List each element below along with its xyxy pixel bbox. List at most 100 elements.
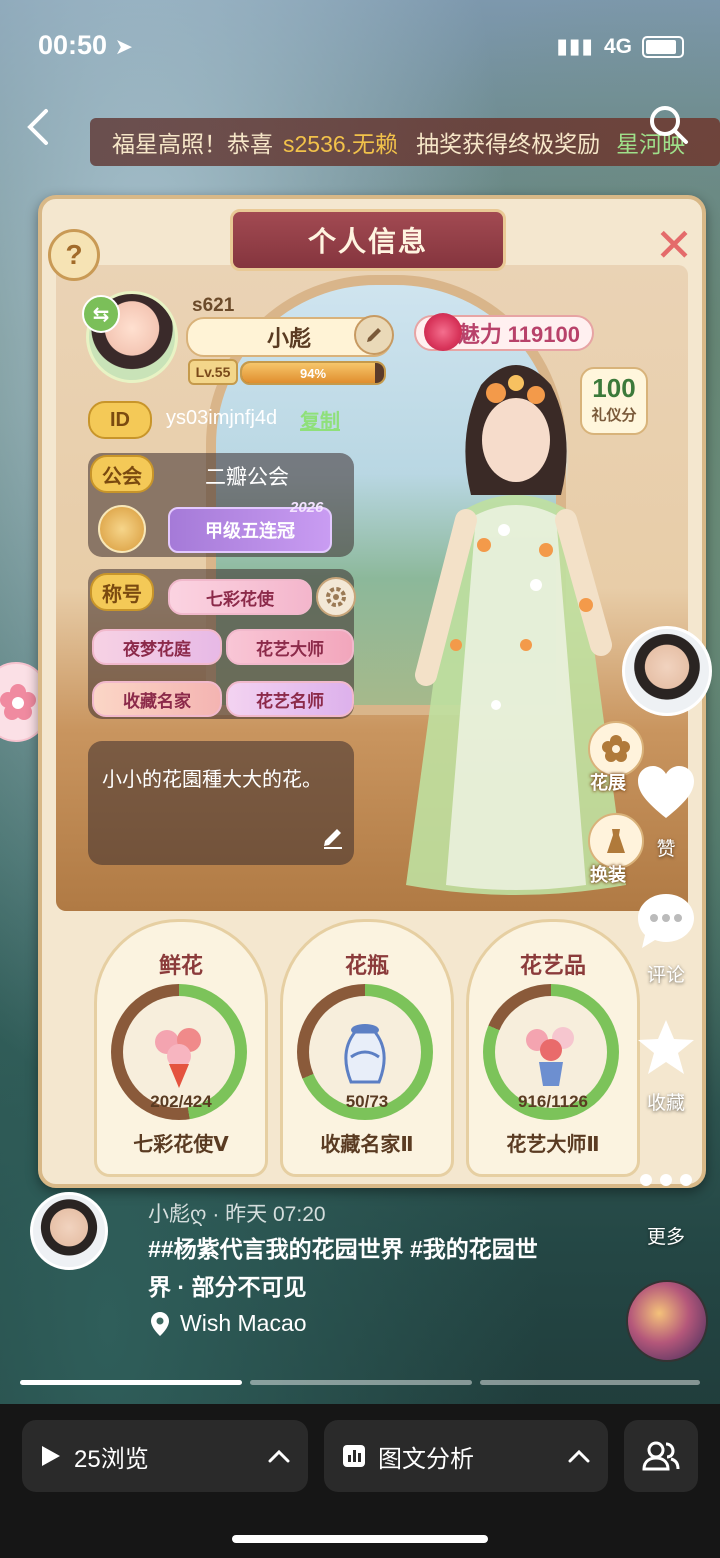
- post-location[interactable]: Wish Macao: [150, 1310, 307, 1337]
- status-time: 00:50 ➤: [38, 30, 134, 60]
- pencil-icon: [324, 829, 342, 849]
- dress-up-label: 换装: [590, 865, 626, 885]
- player-id: ys03imjnfj4d: [166, 407, 278, 429]
- edit-name-button[interactable]: [354, 315, 394, 355]
- analysis-button[interactable]: 图文分析: [324, 1420, 608, 1492]
- back-button[interactable]: [26, 108, 50, 156]
- analysis-label: 图文分析: [378, 1445, 474, 1473]
- rose-icon: [424, 313, 462, 351]
- heart-icon: [638, 766, 694, 818]
- help-button[interactable]: ?: [48, 229, 100, 281]
- profile-panel: 个人信息 ? ✕ ⇆ s621 小彪 Lv.55 94% 魅力 119100 1…: [38, 195, 706, 1188]
- guild-name: 二瓣公会: [205, 466, 289, 489]
- stat-level: 花艺大师Ⅱ: [506, 1134, 600, 1156]
- stat-card-flowers[interactable]: 鲜花 202/424 七彩花使Ⅴ: [94, 919, 268, 1177]
- flower-icon: [0, 684, 36, 720]
- panel-title: 个人信息: [230, 209, 506, 271]
- level-badge: Lv.55: [188, 359, 238, 385]
- title-chip[interactable]: 夜梦花庭: [92, 629, 222, 665]
- search-icon: [650, 106, 688, 144]
- stat-count: 50/73: [345, 1092, 389, 1111]
- stat-title: 花艺品: [519, 953, 586, 978]
- play-icon: [42, 1446, 60, 1466]
- announcement-marquee: 福星高照！恭喜 s2536.无赖 抽奖获得终极奖励 星河映: [90, 118, 720, 166]
- bio-panel[interactable]: [88, 741, 354, 865]
- status-indicators: ▮▮▮ 4G: [556, 34, 684, 59]
- comment-button[interactable]: [636, 892, 696, 955]
- id-label: ID: [88, 401, 152, 439]
- network-label: 4G: [603, 34, 632, 58]
- post-caption[interactable]: ##杨紫代言我的花园世界 #我的花园世界 · 部分不可见: [148, 1230, 538, 1306]
- title-settings-button[interactable]: [316, 577, 356, 617]
- swap-icon: ⇆: [92, 303, 110, 326]
- location-pin-icon: [151, 1311, 169, 1336]
- etiquette-score-badge[interactable]: 100 礼仪分: [580, 367, 648, 435]
- guild-honor-year: 2026: [290, 499, 324, 516]
- post-author-time[interactable]: 小彪ღ · 昨天 07:20: [148, 1198, 326, 1228]
- favorite-button[interactable]: [636, 1018, 696, 1081]
- guild-label: 公会: [90, 455, 154, 493]
- server-id: s621: [192, 295, 235, 316]
- xp-bar: 94%: [240, 361, 386, 385]
- like-button[interactable]: [636, 764, 696, 825]
- pencil-icon: [367, 328, 381, 342]
- author-avatar[interactable]: [622, 626, 712, 716]
- stat-count: 916/1126: [518, 1092, 588, 1111]
- people-icon: [642, 1441, 680, 1471]
- switch-avatar-button[interactable]: ⇆: [82, 295, 120, 333]
- stat-level: 收藏名家Ⅱ: [320, 1134, 414, 1156]
- title-chip[interactable]: 七彩花使: [168, 579, 312, 615]
- image-progress-segment: [250, 1380, 472, 1385]
- marquee-text-2: 抽奖获得终极奖励: [416, 131, 601, 157]
- more-button[interactable]: [638, 1172, 694, 1193]
- bio-text: 小小的花園種大大的花。: [102, 769, 322, 791]
- signal-icon: ▮▮▮: [556, 35, 594, 58]
- flower-show-label: 花展: [590, 773, 626, 793]
- flower-icon: [602, 735, 630, 762]
- xp-percent: 94%: [299, 365, 327, 381]
- star-icon: [638, 1020, 694, 1074]
- comment-label: 评论: [646, 965, 685, 986]
- comment-icon: [638, 894, 694, 948]
- views-count: 25浏览: [74, 1445, 149, 1473]
- more-label: 更多: [646, 1227, 685, 1248]
- copy-id-button[interactable]: 复制: [300, 405, 340, 434]
- edit-bio-button[interactable]: [322, 827, 344, 854]
- location-text: Wish Macao: [180, 1310, 307, 1336]
- stat-count: 202/424: [150, 1092, 212, 1111]
- like-label: 赞: [656, 839, 676, 860]
- chevron-up-icon: [568, 1449, 590, 1463]
- stat-title: 花瓶: [344, 953, 389, 978]
- stat-title: 鲜花: [158, 953, 203, 978]
- stat-card-arrangements[interactable]: 花艺品 916/1126 花艺大师Ⅱ: [466, 919, 640, 1177]
- stat-level: 七彩花使Ⅴ: [133, 1134, 229, 1156]
- chevron-left-icon: [27, 109, 48, 145]
- friends-button[interactable]: [624, 1420, 698, 1492]
- title-label: 称号: [90, 573, 154, 611]
- etiquette-score: 100: [592, 373, 636, 403]
- battery-icon: [642, 35, 684, 58]
- marquee-highlight: s2536.无赖: [283, 131, 399, 157]
- marquee-text-1: 福星高照！恭喜: [112, 131, 273, 157]
- views-button[interactable]: 25浏览: [22, 1420, 308, 1492]
- guild-emblem: [98, 505, 146, 553]
- image-progress-segment: [20, 1380, 242, 1385]
- commenter-avatar[interactable]: [30, 1192, 108, 1270]
- search-button[interactable]: [648, 104, 690, 151]
- home-indicator: [232, 1535, 488, 1543]
- image-progress-segment: [480, 1380, 700, 1385]
- chart-icon: [343, 1445, 365, 1467]
- close-icon: ✕: [654, 219, 694, 271]
- music-disc[interactable]: [626, 1280, 708, 1362]
- question-icon: ?: [65, 239, 83, 270]
- gear-icon: [326, 587, 346, 607]
- favorite-label: 收藏: [646, 1093, 685, 1114]
- etiquette-label: 礼仪分: [591, 407, 637, 424]
- location-arrow-icon: ➤: [114, 34, 134, 59]
- title-chip[interactable]: 花艺大师: [226, 629, 354, 665]
- title-chip[interactable]: 花艺名师: [226, 681, 354, 717]
- stat-card-vases[interactable]: 花瓶 50/73 收藏名家Ⅱ: [280, 919, 454, 1177]
- close-button[interactable]: ✕: [650, 219, 698, 271]
- more-icon: [640, 1174, 692, 1186]
- title-chip[interactable]: 收藏名家: [92, 681, 222, 717]
